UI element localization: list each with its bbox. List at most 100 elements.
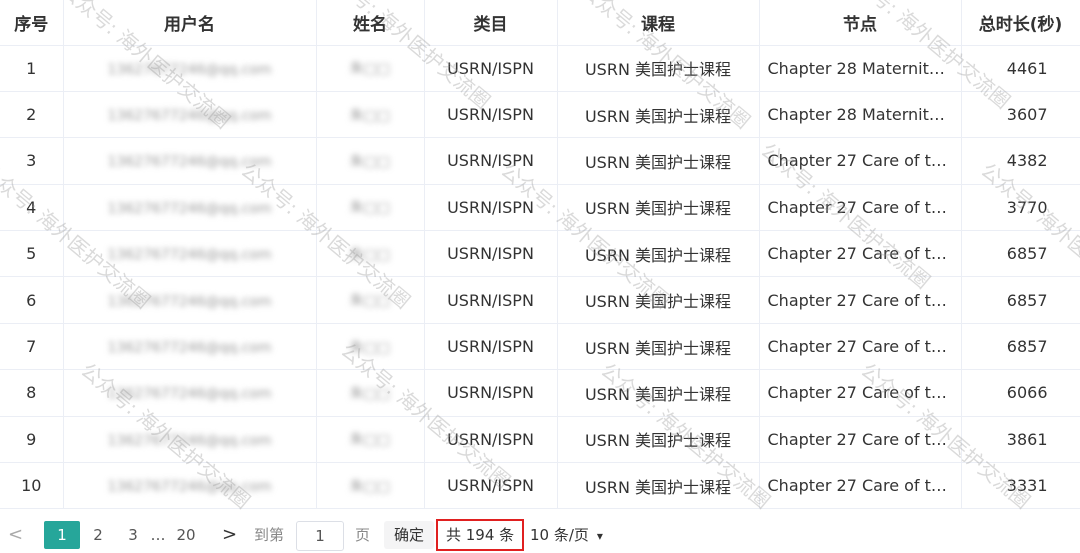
header-name: 姓名 — [316, 0, 425, 46]
blurred-name: 朱□□ — [349, 293, 391, 310]
blurred-name: 朱□□ — [349, 478, 391, 495]
cell-node: Chapter 28 Maternity ... — [759, 45, 962, 92]
cell-duration: 3861 — [961, 416, 1080, 464]
cell-node: Chapter 27 Care of th... — [759, 416, 962, 464]
total-count: 共 194 条 — [436, 519, 525, 551]
goto-page-input[interactable]: 1 — [296, 521, 344, 551]
blurred-name: 朱□□ — [349, 107, 391, 124]
cell-duration: 6066 — [961, 369, 1080, 417]
cell-name: 朱□□ — [316, 184, 425, 232]
page-size-select[interactable]: 10 条/页 ▾ — [530, 521, 603, 549]
cell-category: USRN/ISPN — [424, 323, 558, 371]
table-row[interactable]: 4 13627677246@qq.com 朱□□ USRN/ISPN USRN 美国护士… — [0, 184, 1080, 232]
blurred-name: 朱□□ — [349, 432, 391, 449]
cell-course: USRN 美国护士课程 — [557, 462, 760, 510]
header-category: 类目 — [424, 0, 558, 46]
cell-index: 8 — [0, 369, 64, 417]
cell-name: 朱□□ — [316, 91, 425, 139]
header-node: 节点 — [759, 0, 962, 46]
cell-course: USRN 美国护士课程 — [557, 184, 760, 232]
table-row[interactable]: 1 13627677246@qq.com 朱□□ USRN/ISPN USRN 美国护士… — [0, 45, 1080, 92]
blurred-username: 13627677246@qq.com — [107, 293, 272, 310]
cell-username: 13627677246@qq.com — [63, 276, 317, 324]
blurred-username: 13627677246@qq.com — [107, 247, 272, 264]
cell-name: 朱□□ — [316, 230, 425, 278]
cell-index: 7 — [0, 323, 64, 371]
page-ellipsis[interactable]: … — [143, 521, 173, 549]
cell-index: 6 — [0, 276, 64, 324]
cell-node: Chapter 27 Care of th... — [759, 230, 962, 278]
cell-category: USRN/ISPN — [424, 184, 558, 232]
cell-index: 4 — [0, 184, 64, 232]
cell-username: 13627677246@qq.com — [63, 137, 317, 185]
cell-category: USRN/ISPN — [424, 230, 558, 278]
table-row[interactable]: 3 13627677246@qq.com 朱□□ USRN/ISPN USRN 美国护士… — [0, 137, 1080, 185]
blurred-username: 13627677246@qq.com — [107, 200, 272, 217]
goto-label: 到第 — [254, 526, 285, 544]
blurred-username: 13627677246@qq.com — [107, 108, 272, 125]
cell-node: Chapter 27 Care of th... — [759, 276, 962, 324]
cell-name: 朱□□ — [316, 416, 425, 464]
cell-index: 3 — [0, 137, 64, 185]
blurred-username: 13627677246@qq.com — [107, 340, 272, 357]
cell-course: USRN 美国护士课程 — [557, 416, 760, 464]
cell-node: Chapter 27 Care of th... — [759, 462, 962, 510]
page-button-1[interactable]: 1 — [44, 521, 80, 549]
cell-username: 13627677246@qq.com — [63, 369, 317, 417]
cell-course: USRN 美国护士课程 — [557, 369, 760, 417]
cell-duration: 4461 — [961, 45, 1080, 92]
pagination: < 1 2 3 … 20 > 到第 1 页 确定 共 194 条 10 条/页 ▾ — [0, 515, 1080, 553]
cell-duration: 4382 — [961, 137, 1080, 185]
page-button-20[interactable]: 20 — [171, 521, 201, 549]
blurred-name: 朱□□ — [349, 385, 391, 402]
cell-duration: 6857 — [961, 323, 1080, 371]
cell-index: 1 — [0, 45, 64, 92]
next-page-button[interactable]: > — [222, 521, 237, 549]
header-username: 用户名 — [63, 0, 317, 46]
table-row[interactable]: 10 13627677246@qq.com 朱□□ USRN/ISPN USRN 美国护… — [0, 462, 1080, 510]
cell-duration: 3607 — [961, 91, 1080, 139]
blurred-name: 朱□□ — [349, 246, 391, 263]
table-row[interactable]: 6 13627677246@qq.com 朱□□ USRN/ISPN USRN 美国护士… — [0, 276, 1080, 324]
cell-category: USRN/ISPN — [424, 369, 558, 417]
prev-page-button[interactable]: < — [8, 521, 23, 549]
cell-category: USRN/ISPN — [424, 462, 558, 510]
cell-username: 13627677246@qq.com — [63, 184, 317, 232]
table-row[interactable]: 2 13627677246@qq.com 朱□□ USRN/ISPN USRN 美国护士… — [0, 91, 1080, 139]
page-button-2[interactable]: 2 — [83, 521, 113, 549]
table-row[interactable]: 8 13627677246@qq.com 朱□□ USRN/ISPN USRN 美国护士… — [0, 369, 1080, 417]
header-index: 序号 — [0, 0, 64, 46]
cell-name: 朱□□ — [316, 462, 425, 510]
confirm-button[interactable]: 确定 — [384, 521, 435, 549]
cell-node: Chapter 27 Care of th... — [759, 323, 962, 371]
data-table: 序号 用户名 姓名 类目 课程 节点 总时长(秒) 1 13627677246@q… — [0, 0, 1080, 510]
cell-index: 10 — [0, 462, 64, 510]
table-row[interactable]: 5 13627677246@qq.com 朱□□ USRN/ISPN USRN 美国护士… — [0, 230, 1080, 278]
chevron-down-icon: ▾ — [596, 529, 603, 543]
cell-category: USRN/ISPN — [424, 276, 558, 324]
page-size-value: 10 条/页 — [530, 526, 589, 544]
header-course: 课程 — [557, 0, 760, 46]
cell-index: 9 — [0, 416, 64, 464]
cell-name: 朱□□ — [316, 276, 425, 324]
table-row[interactable]: 7 13627677246@qq.com 朱□□ USRN/ISPN USRN 美国护士… — [0, 323, 1080, 371]
cell-name: 朱□□ — [316, 369, 425, 417]
cell-node: Chapter 28 Maternity ... — [759, 91, 962, 139]
cell-category: USRN/ISPN — [424, 137, 558, 185]
blurred-username: 13627677246@qq.com — [107, 61, 272, 78]
cell-course: USRN 美国护士课程 — [557, 323, 760, 371]
cell-duration: 6857 — [961, 230, 1080, 278]
cell-username: 13627677246@qq.com — [63, 416, 317, 464]
page-unit-label: 页 — [355, 526, 371, 544]
header-duration: 总时长(秒) — [961, 0, 1080, 46]
blurred-username: 13627677246@qq.com — [107, 154, 272, 171]
cell-index: 2 — [0, 91, 64, 139]
cell-username: 13627677246@qq.com — [63, 45, 317, 92]
cell-course: USRN 美国护士课程 — [557, 45, 760, 92]
table-row[interactable]: 9 13627677246@qq.com 朱□□ USRN/ISPN USRN 美国护士… — [0, 416, 1080, 464]
cell-node: Chapter 27 Care of th... — [759, 137, 962, 185]
table-header-row: 序号 用户名 姓名 类目 课程 节点 总时长(秒) — [0, 0, 1080, 46]
cell-category: USRN/ISPN — [424, 45, 558, 92]
cell-name: 朱□□ — [316, 323, 425, 371]
blurred-username: 13627677246@qq.com — [107, 386, 272, 403]
